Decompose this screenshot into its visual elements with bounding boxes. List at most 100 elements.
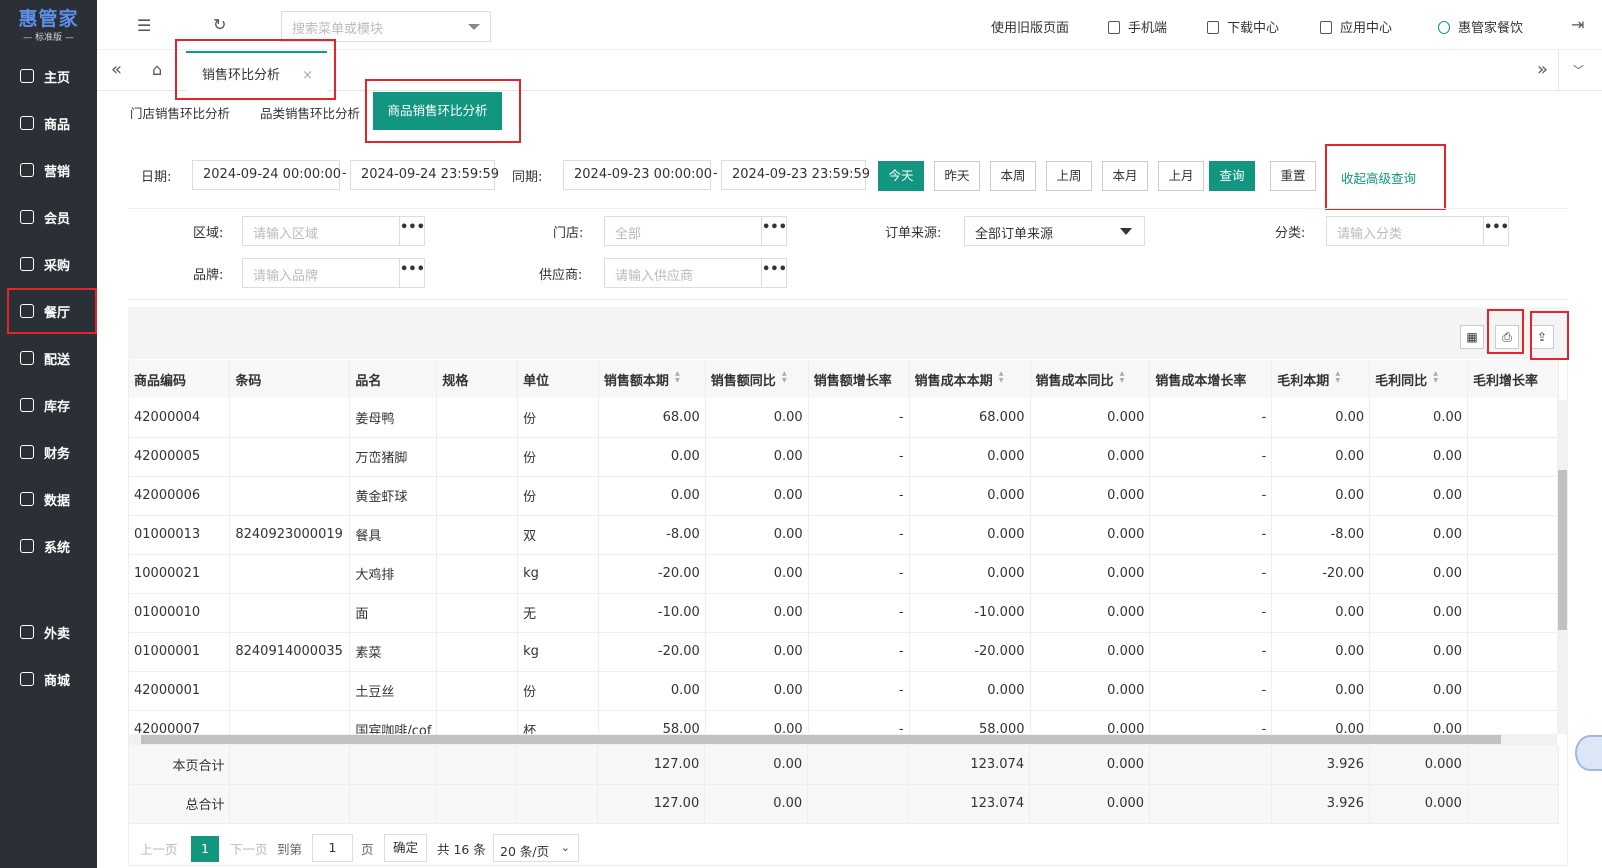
tabs-scroll-right-icon[interactable]: » xyxy=(1537,59,1548,80)
date-start-input[interactable]: 2024-09-24 00:00:00 xyxy=(192,160,341,190)
supplier-placeholder: 请输入供应商 xyxy=(615,269,694,284)
table-row[interactable]: 01000013 8240923000019 餐具双 -8.00 0.00-0.000 0… xyxy=(129,515,1559,555)
sidebar-item-6[interactable]: 配送 xyxy=(0,335,97,381)
sort-icon[interactable]: ▲▼ xyxy=(1334,370,1341,384)
reset-button[interactable]: 重置 xyxy=(1270,161,1316,191)
sidebar-item-5[interactable]: 餐厅 xyxy=(7,288,97,334)
bar-chart-icon xyxy=(20,492,34,506)
logout-icon[interactable]: ⇥ xyxy=(1571,15,1584,34)
more-icon[interactable]: ••• xyxy=(399,217,425,245)
table-cell: 0.000 xyxy=(909,437,1031,477)
sort-icon[interactable]: ▲▼ xyxy=(998,370,1005,384)
horizontal-scrollbar-thumb[interactable] xyxy=(141,735,1501,744)
table-cell: - xyxy=(808,437,910,477)
sidebar-item-1[interactable]: 商品 xyxy=(0,100,97,146)
app-center-link[interactable]: 应用中心 xyxy=(1320,17,1392,36)
subtab-category[interactable]: 品类销售环比分析 xyxy=(260,103,360,122)
sidebar-item-11[interactable]: 外卖 xyxy=(0,609,97,655)
table-cell: - xyxy=(808,476,910,516)
table-row[interactable]: 42000006 黄金虾球份 0.00 0.00-0.000 0.000-0.00 0.0… xyxy=(129,476,1559,516)
sidebar-item-12[interactable]: 商城 xyxy=(0,656,97,702)
sort-icon[interactable]: ▲▼ xyxy=(1432,370,1439,384)
diamond-icon xyxy=(20,210,34,224)
column-header: 单位 xyxy=(517,360,599,398)
table-cell xyxy=(436,554,519,594)
page-size-select[interactable]: 20 条/页 ⌄ xyxy=(493,834,579,862)
table-row[interactable]: 01000010 面无 -10.00 0.00- -10.000 0.000-0.00 0.… xyxy=(129,593,1559,633)
table-row[interactable]: 42000004 姜母鸭份 68.00 0.00-68.000 0.000-0.00 0.… xyxy=(129,398,1559,438)
confirm-button[interactable]: 确定 xyxy=(384,834,427,862)
sidebar-item-3[interactable]: 会员 xyxy=(0,194,97,240)
same-start-input[interactable]: 2024-09-23 00:00:00 xyxy=(563,160,712,190)
same-end-input[interactable]: 2024-09-23 23:59:59 xyxy=(721,160,870,190)
category-input[interactable]: 请输入分类 ••• xyxy=(1326,216,1509,246)
column-header[interactable]: 销售成本同比 ▲▼ xyxy=(1030,360,1151,398)
query-button[interactable]: 查询 xyxy=(1209,161,1255,191)
more-icon[interactable]: ••• xyxy=(761,217,787,245)
assistant-float-icon[interactable] xyxy=(1575,735,1602,771)
table-cell xyxy=(1467,671,1559,711)
page-1-button[interactable]: 1 xyxy=(191,836,219,862)
more-icon[interactable]: ••• xyxy=(1483,217,1509,245)
sidebar-item-2[interactable]: 营销 xyxy=(0,147,97,193)
search-placeholder: 搜索菜单或模块 xyxy=(292,22,384,37)
table-cell: 0.00 xyxy=(705,398,809,438)
table-row[interactable]: 42000001 土豆丝份 0.00 0.00-0.000 0.000-0.00 0.00 xyxy=(129,671,1559,711)
tabs-scroll-left-icon[interactable]: « xyxy=(111,59,122,80)
sidebar-item-8[interactable]: 财务 xyxy=(0,429,97,475)
table-cell: 份 xyxy=(517,398,599,438)
tabs-dropdown-icon[interactable]: ﹀ xyxy=(1573,62,1584,78)
order-source-select[interactable]: 全部订单来源 xyxy=(964,216,1145,246)
cart-icon xyxy=(20,257,34,271)
more-icon[interactable]: ••• xyxy=(761,259,787,287)
menu-search-input[interactable]: 搜索菜单或模块 xyxy=(281,11,491,42)
table-cell xyxy=(436,515,519,555)
brand-input[interactable]: 请输入品牌 ••• xyxy=(242,258,425,288)
old-version-link[interactable]: 使用旧版页面 xyxy=(991,17,1069,36)
table-row[interactable]: 42000007 国宾咖啡/cof 杯 58.00 0.00-58.000 0.000-0… xyxy=(129,710,1559,734)
sort-icon[interactable]: ▲▼ xyxy=(674,370,681,384)
today-button[interactable]: 今天 xyxy=(878,161,924,191)
last-week-button[interactable]: 上周 xyxy=(1046,161,1092,191)
column-header[interactable]: 销售额本期 ▲▼ xyxy=(598,360,706,398)
columns-icon[interactable]: ▦ xyxy=(1460,325,1484,349)
this-week-button[interactable]: 本周 xyxy=(990,161,1036,191)
more-icon[interactable]: ••• xyxy=(399,259,425,287)
yesterday-button[interactable]: 昨天 xyxy=(934,161,980,191)
last-month-button[interactable]: 上月 xyxy=(1158,161,1204,191)
home-tab-icon[interactable]: ⌂ xyxy=(152,60,162,79)
sidebar-item-0[interactable]: 主页 xyxy=(0,53,97,99)
table-cell: -8.00 xyxy=(1271,515,1371,555)
goto-page-input[interactable]: 1 xyxy=(312,834,353,862)
date-end-input[interactable]: 2024-09-24 23:59:59 xyxy=(350,160,499,190)
sidebar-item-9[interactable]: 数据 xyxy=(0,476,97,522)
this-month-button[interactable]: 本月 xyxy=(1102,161,1148,191)
mobile-link[interactable]: 手机端 xyxy=(1108,17,1167,36)
supplier-input[interactable]: 请输入供应商 ••• xyxy=(604,258,787,288)
sidebar-item-7[interactable]: 库存 xyxy=(0,382,97,428)
sidebar-item-10[interactable]: 系统 xyxy=(0,523,97,569)
sort-icon[interactable]: ▲▼ xyxy=(1119,370,1126,384)
sidebar-item-4[interactable]: 采购 xyxy=(0,241,97,287)
menu-toggle-icon[interactable]: ☰ xyxy=(137,16,151,35)
table-row[interactable]: 01000001 8240914000035 素菜 kg -20.00 0.00- -20.… xyxy=(129,632,1559,672)
prev-page-button[interactable]: 上一页 xyxy=(140,839,178,858)
download-center-link[interactable]: 下载中心 xyxy=(1207,17,1279,36)
table-cell: - xyxy=(808,515,910,555)
region-input[interactable]: 请输入区域 ••• xyxy=(242,216,425,246)
table-row[interactable]: 10000021 大鸡排 kg -20.00 0.00-0.000 0.000- -20.0… xyxy=(129,554,1559,594)
subtab-store[interactable]: 门店销售环比分析 xyxy=(130,103,230,122)
column-header[interactable]: 毛利同比 ▲▼ xyxy=(1369,360,1468,398)
user-menu[interactable]: 惠管家餐饮 xyxy=(1438,17,1523,36)
column-header[interactable]: 销售成本本期 ▲▼ xyxy=(909,360,1031,398)
store-input[interactable]: 全部 ••• xyxy=(604,216,787,246)
column-header[interactable]: 销售额同比 ▲▼ xyxy=(705,360,809,398)
table-row[interactable]: 42000005 万峦猪脚份 0.00 0.00-0.000 0.000-0.00 0.0… xyxy=(129,437,1559,477)
column-header-label: 销售额同比 xyxy=(710,373,776,389)
table-cell: - xyxy=(808,710,910,734)
column-header[interactable]: 毛利本期 ▲▼ xyxy=(1271,360,1371,398)
sort-icon[interactable]: ▲▼ xyxy=(781,370,788,384)
vertical-scrollbar-thumb[interactable] xyxy=(1558,470,1567,630)
next-page-button[interactable]: 下一页 xyxy=(230,839,268,858)
refresh-icon[interactable]: ↻ xyxy=(213,15,226,34)
